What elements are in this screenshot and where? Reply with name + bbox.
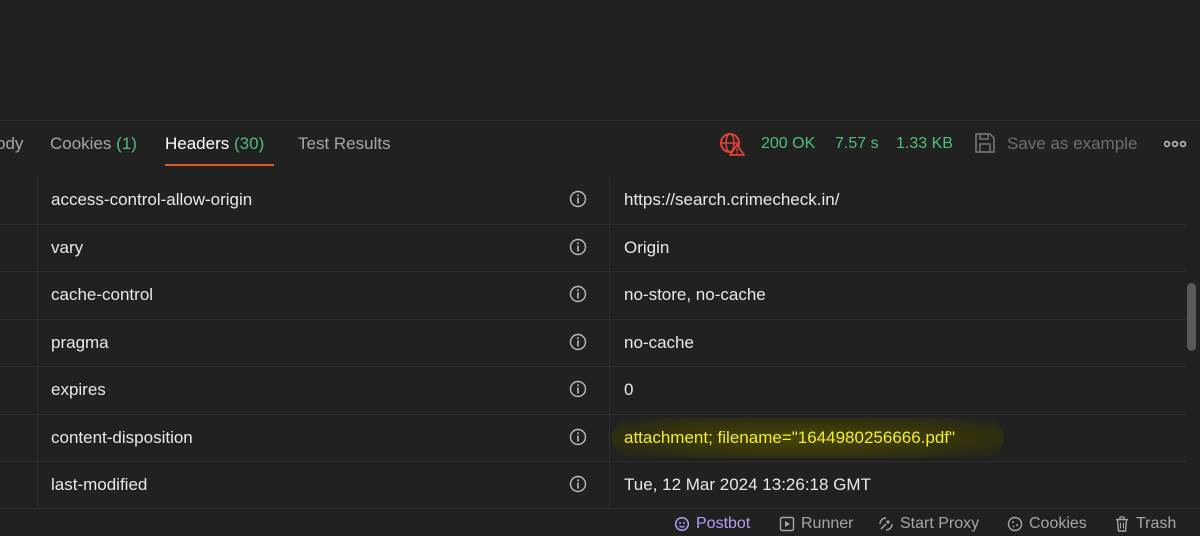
postbot-button[interactable]: Postbot xyxy=(674,514,750,534)
info-icon[interactable] xyxy=(569,428,587,446)
info-icon[interactable] xyxy=(569,475,587,493)
info-icon[interactable] xyxy=(569,238,587,256)
column-divider xyxy=(37,414,38,461)
info-icon[interactable] xyxy=(569,380,587,398)
info-icon[interactable] xyxy=(569,333,587,351)
column-divider xyxy=(37,462,38,509)
vertical-scrollbar-thumb[interactable] xyxy=(1187,283,1196,351)
table-row: expires 0 xyxy=(0,367,1186,415)
save-as-example-button[interactable]: Save as example xyxy=(1007,133,1137,155)
request-editor-area xyxy=(0,0,1200,121)
postbot-icon xyxy=(674,516,690,532)
tab-headers[interactable]: Headers (30) xyxy=(165,133,264,167)
tab-headers-label: Headers xyxy=(165,134,230,153)
table-row: cache-control no-store, no-cache xyxy=(0,272,1186,320)
header-key[interactable]: content-disposition xyxy=(51,427,193,449)
more-options-icon[interactable] xyxy=(1164,139,1186,149)
column-divider xyxy=(609,224,610,271)
tab-cookies-count: (1) xyxy=(116,134,137,153)
trash-button[interactable]: Trash xyxy=(1114,514,1176,534)
runner-button[interactable]: Runner xyxy=(779,514,853,534)
column-divider xyxy=(37,319,38,366)
header-value[interactable]: Tue, 12 Mar 2024 13:26:18 GMT xyxy=(624,474,871,496)
column-divider xyxy=(37,224,38,271)
header-key[interactable]: vary xyxy=(51,237,83,259)
proxy-satellite-icon xyxy=(879,517,893,531)
cookies-footer-button[interactable]: Cookies xyxy=(1007,514,1087,534)
runner-play-icon xyxy=(779,516,795,532)
column-divider xyxy=(609,319,610,366)
info-icon[interactable] xyxy=(569,285,587,303)
header-key[interactable]: expires xyxy=(51,379,106,401)
column-divider xyxy=(609,177,610,224)
column-divider xyxy=(37,177,38,224)
header-value[interactable]: 0 xyxy=(624,379,633,401)
status-footer: Postbot Runner Start Proxy Cookies Trash xyxy=(0,508,1200,536)
table-row: access-control-allow-origin https://sear… xyxy=(0,177,1186,225)
tab-cookies-label: Cookies xyxy=(50,134,112,153)
column-divider xyxy=(609,367,610,414)
cookie-icon xyxy=(1007,516,1023,532)
postman-response-panel: ody Cookies (1) Headers (30) Test Result… xyxy=(0,0,1200,536)
status-code[interactable]: 200 OK xyxy=(761,133,815,155)
header-value[interactable]: no-store, no-cache xyxy=(624,284,766,306)
header-value[interactable]: no-cache xyxy=(624,332,694,354)
column-divider xyxy=(609,462,610,509)
response-time[interactable]: 7.57 s xyxy=(835,133,879,155)
tab-body-label: ody xyxy=(0,134,24,153)
network-globe-warning-icon[interactable] xyxy=(719,132,745,156)
tab-test-results-label: Test Results xyxy=(298,134,391,153)
header-key[interactable]: pragma xyxy=(51,332,109,354)
info-icon[interactable] xyxy=(569,190,587,208)
tab-test-results[interactable]: Test Results xyxy=(298,133,391,167)
header-value-highlighted[interactable]: attachment; filename="1644980256666.pdf" xyxy=(624,427,955,449)
response-size[interactable]: 1.33 KB xyxy=(896,133,953,155)
trash-icon xyxy=(1116,516,1128,532)
start-proxy-button[interactable]: Start Proxy xyxy=(878,514,979,534)
header-key[interactable]: access-control-allow-origin xyxy=(51,189,252,211)
column-divider xyxy=(609,414,610,461)
save-icon[interactable] xyxy=(974,132,996,154)
table-row: vary Origin xyxy=(0,224,1186,272)
table-row: content-disposition attachment; filename… xyxy=(0,414,1186,462)
column-divider xyxy=(609,272,610,319)
active-tab-indicator xyxy=(165,164,274,166)
header-key[interactable]: cache-control xyxy=(51,284,153,306)
tab-body[interactable]: ody xyxy=(0,133,23,167)
tab-cookies[interactable]: Cookies (1) xyxy=(50,133,137,167)
header-value[interactable]: https://search.crimecheck.in/ xyxy=(624,189,839,211)
headers-table: access-control-allow-origin https://sear… xyxy=(0,177,1186,510)
table-row: pragma no-cache xyxy=(0,319,1186,367)
table-row: last-modified Tue, 12 Mar 2024 13:26:18 … xyxy=(0,462,1186,510)
column-divider xyxy=(37,272,38,319)
header-value[interactable]: Origin xyxy=(624,237,669,259)
header-key[interactable]: last-modified xyxy=(51,474,147,496)
tab-headers-count: (30) xyxy=(234,134,265,153)
column-divider xyxy=(37,367,38,414)
response-tab-bar: ody Cookies (1) Headers (30) Test Result… xyxy=(0,121,1200,177)
